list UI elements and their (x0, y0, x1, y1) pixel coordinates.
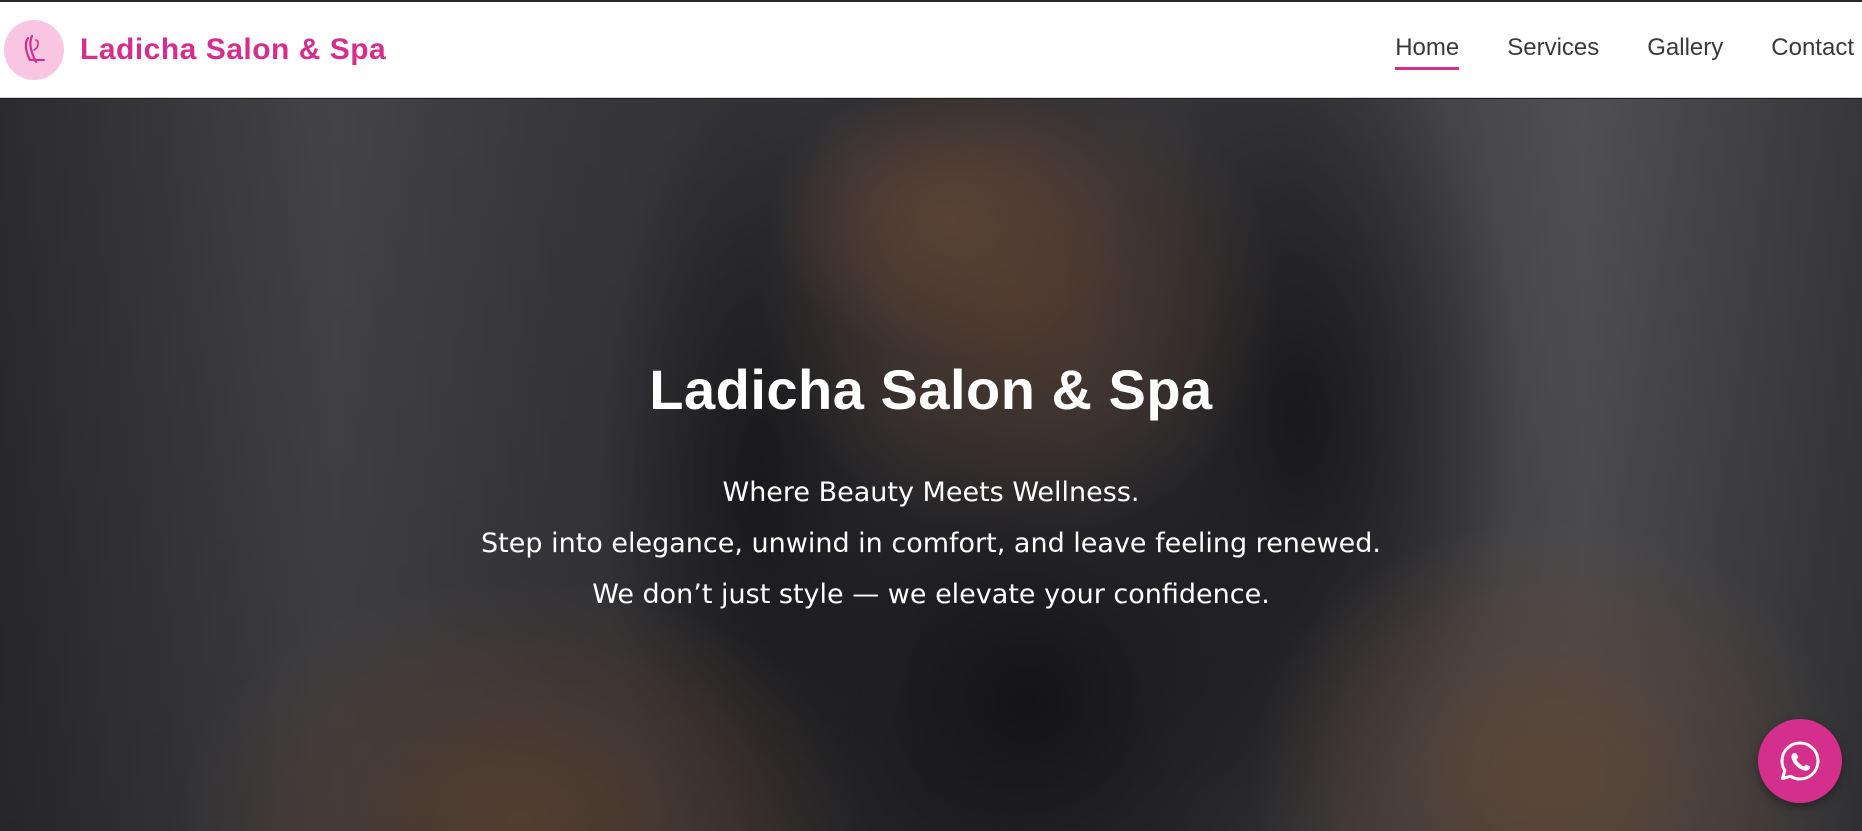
hero-section: Ladicha Salon & Spa Where Beauty Meets W… (0, 99, 1862, 831)
nav-services[interactable]: Services (1507, 34, 1599, 66)
hero-content: Ladicha Salon & Spa Where Beauty Meets W… (0, 99, 1862, 831)
hero-statement: We don’t just style — we elevate your co… (592, 579, 1270, 610)
nav-contact[interactable]: Contact (1771, 34, 1854, 66)
nav-gallery[interactable]: Gallery (1647, 34, 1723, 66)
whatsapp-button[interactable] (1758, 719, 1842, 803)
nav-home[interactable]: Home (1395, 34, 1460, 70)
hero-description: Step into elegance, unwind in comfort, a… (481, 528, 1381, 559)
brand-name[interactable]: Ladicha Salon & Spa (80, 33, 386, 67)
main-nav: Home Services Gallery Contact (1395, 2, 1862, 97)
hero-tagline: Where Beauty Meets Wellness. (722, 477, 1140, 508)
whatsapp-icon (1780, 741, 1820, 781)
ladicha-logo-icon[interactable] (4, 19, 64, 80)
brand[interactable]: Ladicha Salon & Spa (0, 19, 386, 80)
site-header: Ladicha Salon & Spa Home Services Galler… (0, 2, 1862, 98)
hero-title: Ladicha Salon & Spa (649, 358, 1213, 421)
